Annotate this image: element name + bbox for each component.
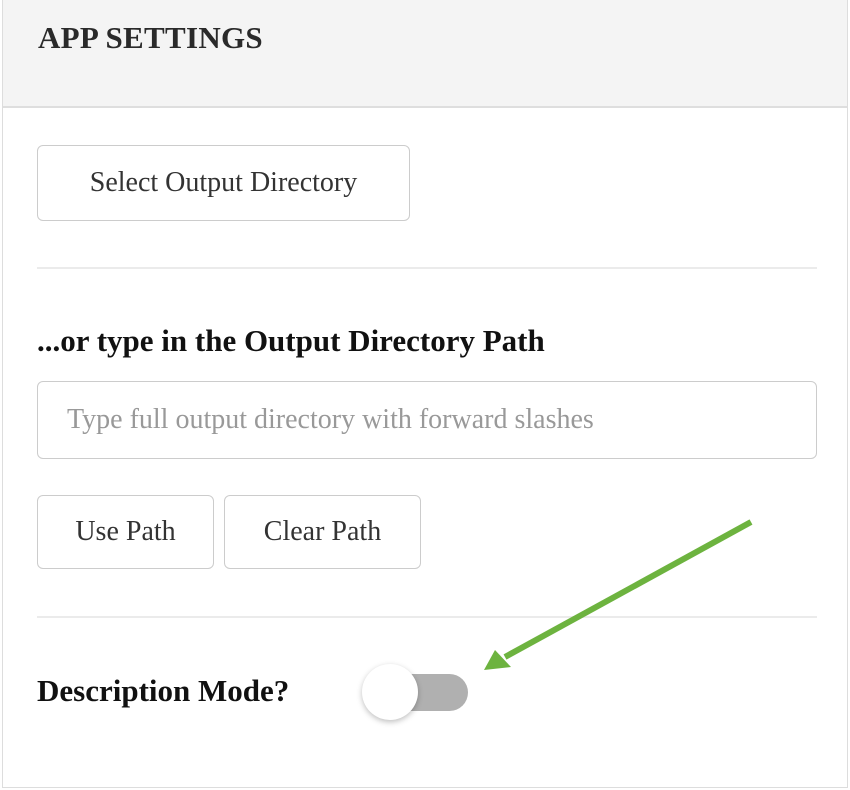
toggle-knob xyxy=(362,664,418,720)
output-directory-path-input[interactable] xyxy=(37,381,817,459)
divider xyxy=(37,616,817,618)
divider xyxy=(37,267,817,269)
description-mode-toggle[interactable] xyxy=(362,664,470,720)
description-mode-label: Description Mode? xyxy=(37,673,290,708)
use-path-button[interactable]: Use Path xyxy=(37,495,214,569)
panel-title: APP SETTINGS xyxy=(38,20,263,55)
select-output-directory-button[interactable]: Select Output Directory xyxy=(37,145,410,221)
path-heading: ...or type in the Output Directory Path xyxy=(37,323,545,358)
panel-header: APP SETTINGS xyxy=(3,0,847,108)
clear-path-button[interactable]: Clear Path xyxy=(224,495,421,569)
